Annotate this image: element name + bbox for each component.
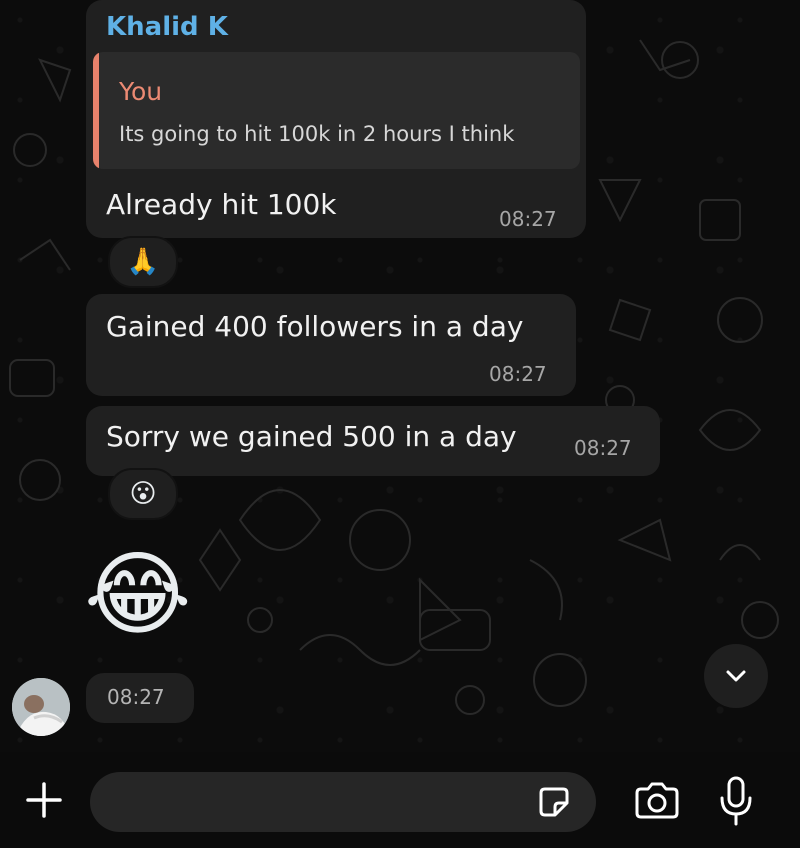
avatar-image — [12, 678, 70, 736]
message-text: Sorry we gained 500 in a day — [106, 420, 517, 453]
reaction-badge[interactable]: 😮 — [108, 468, 178, 520]
message-bubble[interactable]: Khalid K You Its going to hit 100k in 2 … — [86, 0, 586, 238]
attach-button[interactable] — [20, 776, 68, 824]
camera-icon — [635, 782, 679, 819]
composer-bar — [0, 752, 800, 848]
big-emoji-message[interactable]: 😂 — [84, 540, 192, 650]
quote-text: Its going to hit 100k in 2 hours I think — [119, 122, 515, 146]
chevron-down-icon — [726, 670, 746, 682]
folded-hands-emoji: 🙏 — [126, 247, 160, 277]
message-text: Gained 400 followers in a day — [106, 310, 524, 343]
quote-author: You — [119, 77, 163, 106]
sender-name[interactable]: Khalid K — [106, 12, 228, 42]
reaction-badge[interactable]: 🙏 — [108, 236, 178, 288]
sticker-icon — [539, 787, 569, 817]
sticker-button[interactable] — [534, 782, 574, 822]
microphone-button[interactable] — [714, 774, 758, 830]
message-bubble[interactable]: Gained 400 followers in a day 08:27 — [86, 294, 576, 396]
message-time: 08:27 — [574, 436, 632, 460]
camera-button[interactable] — [632, 778, 682, 824]
avatar[interactable] — [12, 678, 70, 736]
message-input[interactable] — [114, 786, 518, 820]
message-time: 08:27 — [489, 362, 547, 386]
message-bubble[interactable]: Sorry we gained 500 in a day 08:27 — [86, 406, 660, 476]
message-time: 08:27 — [499, 207, 557, 231]
message-text: Already hit 100k — [106, 188, 337, 221]
quoted-reply[interactable]: You Its going to hit 100k in 2 hours I t… — [93, 52, 580, 169]
quote-accent-bar — [93, 52, 99, 169]
message-time: 08:27 — [107, 685, 165, 709]
emoji-time-pill: 08:27 — [86, 673, 194, 723]
scroll-down-button[interactable] — [704, 644, 768, 708]
plus-icon — [26, 782, 62, 818]
microphone-icon — [720, 776, 752, 826]
chat-area[interactable]: Khalid K You Its going to hit 100k in 2 … — [0, 0, 800, 752]
message-input-wrapper[interactable] — [90, 772, 596, 832]
open-mouth-emoji: 😮 — [129, 479, 157, 509]
